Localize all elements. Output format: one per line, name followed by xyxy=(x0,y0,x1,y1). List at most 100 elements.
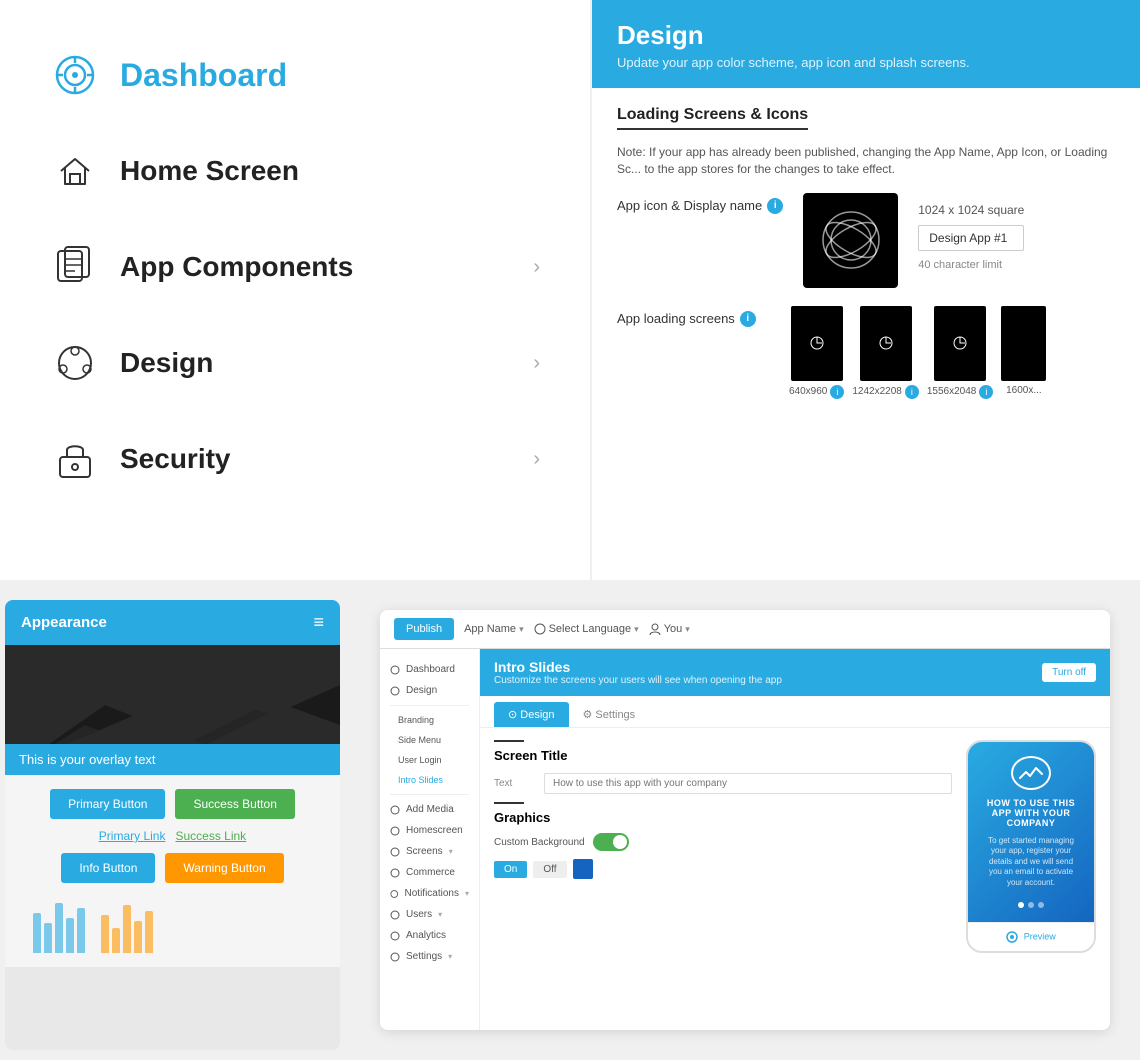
bg-controls: On Off xyxy=(494,859,952,879)
intro-form: Screen Title Text Graphics Custom Backgr… xyxy=(494,740,952,953)
mock-sidebar-dashboard[interactable]: Dashboard xyxy=(380,659,479,680)
custom-bg-row: Custom Background xyxy=(494,833,952,851)
mock-sidebar-homescreen[interactable]: Homescreen xyxy=(380,820,479,841)
form-row-title: Text xyxy=(494,773,952,794)
hamburger-icon: ≡ xyxy=(313,612,324,633)
custom-bg-label: Custom Background xyxy=(494,837,585,848)
left-nav-panel: Dashboard Home Screen App Components › xyxy=(0,0,590,580)
mock-sidebar-users[interactable]: Users ▾ xyxy=(380,904,479,925)
design-panel: Design Update your app color scheme, app… xyxy=(592,0,1140,580)
graphics-divider xyxy=(494,802,524,804)
phone-dot-2 xyxy=(1028,902,1034,908)
appearance-header: Appearance ≡ xyxy=(5,600,340,645)
bg-btn-on[interactable]: On xyxy=(494,861,527,878)
bar-group-orange xyxy=(101,905,153,953)
primary-button[interactable]: Primary Button xyxy=(50,789,165,819)
char-limit: 40 character limit xyxy=(918,259,1024,271)
appearance-hero: This is your overlay text xyxy=(5,645,340,775)
security-icon xyxy=(50,434,100,484)
security-arrow: › xyxy=(533,448,540,471)
nav-label-security: Security xyxy=(120,443,533,475)
design-icon xyxy=(50,338,100,388)
home-icon xyxy=(50,146,100,196)
app-icon-row: App icon & Display name i 1024 x 1024 sq… xyxy=(617,193,1115,288)
custom-bg-toggle[interactable] xyxy=(593,833,629,851)
warning-button[interactable]: Warning Button xyxy=(165,853,283,883)
info-badge-icon: i xyxy=(767,198,783,214)
nav-item-security[interactable]: Security › xyxy=(50,414,540,505)
mock-sidebar-screens[interactable]: Screens ▾ xyxy=(380,841,479,862)
phone-screen: HOW TO USE THIS APP WITH YOUR COMPANY To… xyxy=(968,742,1094,922)
mock-sidebar-design[interactable]: Design xyxy=(380,680,479,701)
mock-sidebar-side-menu[interactable]: Side Menu xyxy=(380,730,479,750)
mock-sidebar-notifications[interactable]: Notifications ▾ xyxy=(380,883,479,904)
mock-sidebar-intro-slides[interactable]: Intro Slides xyxy=(380,770,479,790)
intro-tabs: ⊙ Design ⚙ Settings xyxy=(480,702,1110,728)
nav-label-home-screen: Home Screen xyxy=(120,155,540,187)
primary-link[interactable]: Primary Link xyxy=(99,829,166,843)
success-link[interactable]: Success Link xyxy=(175,829,246,843)
mock-sidebar: Dashboard Design Branding Side Menu User… xyxy=(380,649,480,1030)
graphics-title: Graphics xyxy=(494,810,952,825)
bg-btn-off[interactable]: Off xyxy=(533,861,566,878)
app-icon-info: 1024 x 1024 square Design App #1 40 char… xyxy=(918,193,1024,271)
mock-publish-button[interactable]: Publish xyxy=(394,618,454,640)
screen-dim-4: 1600x... xyxy=(1006,385,1042,396)
bar-group-blue xyxy=(33,903,85,953)
text-input[interactable] xyxy=(544,773,952,794)
nav-item-dashboard[interactable]: Dashboard xyxy=(50,30,540,121)
loading-screens-label: App loading screens i xyxy=(617,306,777,327)
bar-o-2 xyxy=(112,928,120,953)
phone-dot-1 xyxy=(1018,902,1024,908)
mock-sidebar-user-login[interactable]: User Login xyxy=(380,750,479,770)
mock-sidebar-analytics[interactable]: Analytics xyxy=(380,925,479,946)
mock-sidebar-settings[interactable]: Settings ▾ xyxy=(380,946,479,967)
app-name-input[interactable]: Design App #1 xyxy=(918,225,1024,251)
nav-item-design[interactable]: Design › xyxy=(50,318,540,409)
dashboard-mockup: Publish App Name ▾ Select Language ▾ You… xyxy=(380,610,1110,1030)
design-arrow: › xyxy=(533,352,540,375)
mock-sidebar-add-media[interactable]: Add Media xyxy=(380,799,479,820)
graphics-section: Graphics Custom Background On Off xyxy=(494,802,952,879)
screen-thumb-1: 640x960 i xyxy=(789,306,844,399)
design-title: Design xyxy=(617,20,1115,51)
screen-badge-3: i xyxy=(979,385,993,399)
bar-2 xyxy=(44,923,52,953)
design-subtitle: Update your app color scheme, app icon a… xyxy=(617,55,1115,70)
dashboard-icon xyxy=(50,50,100,100)
success-button[interactable]: Success Button xyxy=(175,789,294,819)
nav-item-home-screen[interactable]: Home Screen xyxy=(50,126,540,217)
bar-o-1 xyxy=(101,915,109,953)
screen-dim-1: 640x960 i xyxy=(789,385,844,399)
appearance-title: Appearance xyxy=(21,614,107,631)
nav-item-app-components[interactable]: App Components › xyxy=(50,222,540,313)
btn-row-3: Info Button Warning Button xyxy=(19,853,326,883)
screen-badge-1: i xyxy=(830,385,844,399)
bg-color-swatch[interactable] xyxy=(573,859,593,879)
bar-5 xyxy=(77,908,85,953)
nav-label-design: Design xyxy=(120,347,533,379)
info-button[interactable]: Info Button xyxy=(61,853,155,883)
screen-thumb-4: 1600x... xyxy=(1001,306,1046,396)
screen-dim-3: 1556x2048 i xyxy=(927,385,994,399)
phone-dots xyxy=(1018,902,1044,908)
intro-header-left: Intro Slides Customize the screens your … xyxy=(494,659,782,686)
bar-charts xyxy=(19,893,326,953)
mock-toolbar: Publish App Name ▾ Select Language ▾ You… xyxy=(380,610,1110,649)
mock-sidebar-commerce[interactable]: Commerce xyxy=(380,862,479,883)
overlay-text-bar: This is your overlay text xyxy=(5,744,340,775)
app-icon-preview[interactable] xyxy=(803,193,898,288)
mock-sidebar-branding[interactable]: Branding xyxy=(380,710,479,730)
intro-content: Screen Title Text Graphics Custom Backgr… xyxy=(480,728,1110,965)
intro-slides-panel: Intro Slides Customize the screens your … xyxy=(480,649,1110,1030)
tab-settings[interactable]: ⚙ Settings xyxy=(569,702,650,727)
screen-thumb-2: 1242x2208 i xyxy=(852,306,919,399)
design-body: Loading Screens & Icons Note: If your ap… xyxy=(592,88,1140,417)
section-title: Loading Screens & Icons xyxy=(617,106,808,130)
screen-title-label: Screen Title xyxy=(494,748,952,763)
tab-design[interactable]: ⊙ Design xyxy=(494,702,569,727)
turn-off-button[interactable]: Turn off xyxy=(1042,663,1096,682)
phone-footer: Preview xyxy=(968,922,1094,951)
intro-subtitle: Customize the screens your users will se… xyxy=(494,675,782,686)
mock-body: Dashboard Design Branding Side Menu User… xyxy=(380,649,1110,1030)
